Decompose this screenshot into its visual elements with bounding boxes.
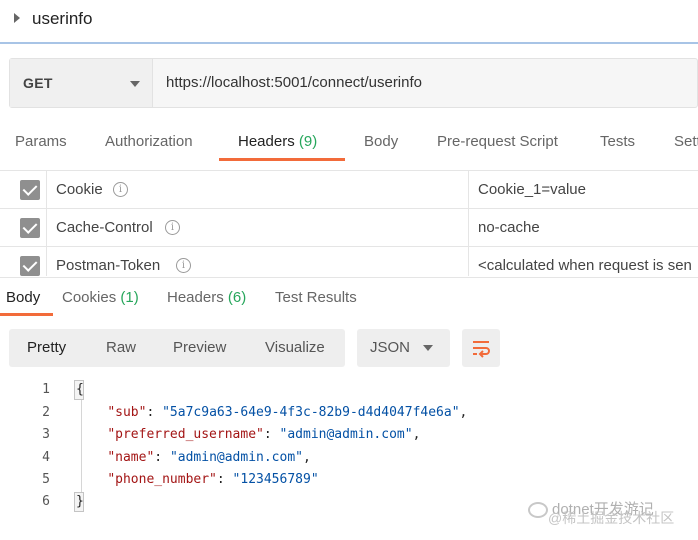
response-toolbar: Pretty Raw Preview Visualize JSON [0, 329, 698, 369]
response-tabs: Body Cookies (1) Headers (6) Test Result… [0, 277, 698, 317]
headers-count: (9) [298, 133, 318, 150]
header-row: Cache-Control i no-cache [0, 209, 698, 247]
code-line: "preferred_username": "admin@admin.com", [107, 427, 421, 442]
request-url-bar: GET https://localhost:5001/connect/useri… [9, 58, 698, 108]
header-key[interactable]: Postman-Token [56, 257, 160, 274]
tab-response-cookies[interactable]: Cookies (1) [62, 289, 139, 306]
header-value[interactable]: <calculated when request is sen [478, 257, 692, 274]
request-name[interactable]: userinfo [32, 9, 92, 29]
watermark-line2: @稀土掘金技术社区 [548, 510, 675, 526]
view-mode-selector: Pretty Raw Preview Visualize [9, 329, 345, 367]
info-icon[interactable]: i [176, 258, 191, 273]
line-number: 3 [42, 427, 50, 442]
response-headers-count: (6) [227, 289, 247, 306]
chevron-down-icon [423, 345, 433, 351]
header-key[interactable]: Cookie [56, 181, 103, 198]
watermark: dotnet开发游记 @稀土掘金技术社区 [528, 498, 698, 528]
tab-response-body[interactable]: Body [6, 289, 40, 306]
active-tab-underline [219, 158, 345, 161]
line-number: 1 [42, 382, 50, 397]
line-number: 4 [42, 450, 50, 465]
method-select[interactable]: GET [10, 59, 153, 107]
chevron-down-icon [130, 81, 140, 87]
line-number: 2 [42, 405, 50, 420]
line-number: 6 [42, 494, 50, 509]
view-pretty-button[interactable]: Pretty [27, 339, 66, 356]
header-row: Cookie i Cookie_1=value [0, 171, 698, 209]
code-line: "name": "admin@admin.com", [107, 450, 311, 465]
info-icon[interactable]: i [165, 220, 180, 235]
header-checkbox[interactable] [20, 256, 40, 276]
collapse-caret-icon[interactable] [14, 13, 20, 23]
request-title-bar: userinfo [0, 0, 698, 44]
format-label: JSON [370, 339, 411, 356]
tab-authorization[interactable]: Authorization [105, 133, 193, 150]
tab-params[interactable]: Params [15, 133, 67, 150]
view-raw-button[interactable]: Raw [106, 339, 136, 356]
format-select[interactable]: JSON [357, 329, 450, 367]
method-label: GET [23, 75, 53, 91]
tab-response-headers[interactable]: Headers (6) [167, 289, 246, 306]
info-icon[interactable]: i [113, 182, 128, 197]
headers-table: Cookie i Cookie_1=value Cache-Control i … [0, 170, 698, 276]
header-checkbox[interactable] [20, 218, 40, 238]
request-tabs: Params Authorization Headers (9) Body Pr… [0, 120, 698, 164]
tab-tests[interactable]: Tests [600, 133, 635, 150]
url-input[interactable]: https://localhost:5001/connect/userinfo [166, 74, 422, 91]
view-visualize-button[interactable]: Visualize [265, 339, 325, 356]
wechat-icon [528, 502, 548, 518]
tab-body[interactable]: Body [364, 133, 398, 150]
cookies-count: (1) [120, 289, 139, 306]
view-preview-button[interactable]: Preview [173, 339, 226, 356]
header-value[interactable]: no-cache [478, 219, 540, 236]
header-row: Postman-Token i <calculated when request… [0, 247, 698, 276]
wrap-lines-icon [473, 341, 490, 358]
code-line: { [76, 382, 84, 397]
active-response-tab-underline [0, 313, 53, 316]
header-checkbox[interactable] [20, 180, 40, 200]
line-number: 5 [42, 472, 50, 487]
wrap-lines-button[interactable] [462, 329, 500, 367]
tab-settings[interactable]: Sett [674, 133, 698, 150]
header-key[interactable]: Cache-Control [56, 219, 153, 236]
code-line: } [76, 494, 84, 509]
tab-test-results[interactable]: Test Results [275, 289, 357, 306]
code-line: "phone_number": "123456789" [107, 472, 319, 487]
code-line: "sub": "5a7c9a63-64e9-4f3c-82b9-d4d4047f… [107, 405, 468, 420]
tab-pre-request-script[interactable]: Pre-request Script [437, 133, 558, 150]
header-value[interactable]: Cookie_1=value [478, 181, 586, 198]
tab-headers[interactable]: Headers (9) [238, 133, 317, 150]
